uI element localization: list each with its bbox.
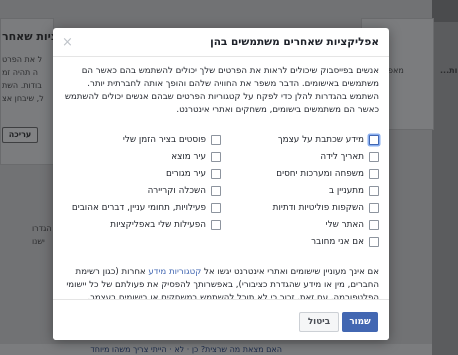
option-label: האתר שלי xyxy=(325,219,364,230)
background-text-line: מאפ xyxy=(388,66,404,75)
top-bar-background xyxy=(432,0,458,22)
option-hometown[interactable]: עיר מוצא xyxy=(63,148,221,165)
option-label: מידע שכתבת על עצמך xyxy=(277,134,364,145)
options-column-left: פוסטים בציר הזמן שלי עיר מוצא עיר מגורים… xyxy=(63,131,221,250)
close-icon[interactable]: × xyxy=(62,35,73,50)
dialog-header: אפליקציות שאחרים משתמשים בהן × xyxy=(53,28,389,57)
background-feedback-bar: האם מצאת מה שרצית? כן · לא · הייתי צריך … xyxy=(0,344,432,355)
option-label: השכלה וקריירה xyxy=(147,185,206,196)
option-family-relationships[interactable]: משפחה ומערכות יחסים xyxy=(221,165,379,182)
right-rail-background xyxy=(432,0,458,355)
option-interested-in[interactable]: מתעניין ב xyxy=(221,182,379,199)
checkbox[interactable] xyxy=(369,134,379,145)
background-text-line: ישנו xyxy=(32,237,45,246)
option-label: משפחה ומערכות יחסים xyxy=(276,168,364,179)
dialog-footer: שמור ביטול xyxy=(53,299,389,340)
options-grid: מידע שכתבת על עצמך תאריך לידה משפחה ומער… xyxy=(63,131,379,250)
checkbox[interactable] xyxy=(369,168,379,179)
checkbox[interactable] xyxy=(211,185,221,196)
checkbox[interactable] xyxy=(211,151,221,162)
option-education-work[interactable]: השכלה וקריירה xyxy=(63,182,221,199)
option-activities-interests-likes[interactable]: פעילויות, תחומי עניין, דברים אהובים xyxy=(63,199,221,216)
background-text-line: הגדרו xyxy=(32,224,52,233)
apps-others-use-dialog: אפליקציות שאחרים משתמשים בהן × אנשים בפי… xyxy=(53,28,389,340)
option-label: עיר מגורים xyxy=(165,168,206,179)
background-text-line: בודות. השת xyxy=(2,81,42,90)
checkbox[interactable] xyxy=(369,236,379,247)
options-column-right: מידע שכתבת על עצמך תאריך לידה משפחה ומער… xyxy=(221,131,379,250)
option-label: פוסטים בציר הזמן שלי xyxy=(122,134,206,145)
option-label: תאריך לידה xyxy=(320,151,364,162)
option-online-status[interactable]: אם אני מחובר xyxy=(221,233,379,250)
background-edit-button: עריכה xyxy=(2,127,38,143)
checkbox[interactable] xyxy=(211,168,221,179)
option-label: השקפות פוליטיות ודתיות xyxy=(272,202,364,213)
option-religious-political-views[interactable]: השקפות פוליטיות ודתיות xyxy=(221,199,379,216)
background-text-line: ל את הפרט xyxy=(2,55,43,64)
save-button[interactable]: שמור xyxy=(342,312,378,332)
option-my-website[interactable]: האתר שלי xyxy=(221,216,379,233)
background-text-line: ל, שיבחן אצ xyxy=(2,94,44,103)
option-label: פעילויות, תחומי עניין, דברים אהובים xyxy=(71,202,206,213)
checkbox[interactable] xyxy=(211,202,221,213)
option-label: עיר מוצא xyxy=(171,151,206,162)
checkbox[interactable] xyxy=(211,219,221,230)
checkbox[interactable] xyxy=(369,151,379,162)
background-text-line: ה תהיה זמ xyxy=(2,68,39,77)
option-label: אם אני מחובר xyxy=(311,236,364,247)
option-current-city[interactable]: עיר מגורים xyxy=(63,165,221,182)
option-label: הפעילות שלי באפליקציות xyxy=(110,219,206,230)
option-timeline-posts[interactable]: פוסטים בציר הזמן שלי xyxy=(63,131,221,148)
dialog-description: אנשים בפייסבוק שיכולים לראות את הפרטים ש… xyxy=(64,66,379,115)
checkbox[interactable] xyxy=(369,219,379,230)
background-text-line: ...ות xyxy=(440,66,458,75)
checkbox[interactable] xyxy=(369,202,379,213)
checkbox[interactable] xyxy=(369,185,379,196)
option-about-me[interactable]: מידע שכתבת על עצמך xyxy=(221,131,379,148)
info-categories-link[interactable]: קטגוריות מידע xyxy=(148,267,201,277)
cancel-button[interactable]: ביטול xyxy=(299,312,339,332)
option-app-activity[interactable]: הפעילות שלי באפליקציות xyxy=(63,216,221,233)
checkbox[interactable] xyxy=(211,134,221,145)
option-birthday[interactable]: תאריך לידה xyxy=(221,148,379,165)
footer-text-part: אם אינך מעוניין שישומים ואתרי אינטרנט יג… xyxy=(201,267,379,277)
option-label: מתעניין ב xyxy=(329,185,364,196)
dialog-title: אפליקציות שאחרים משתמשים בהן xyxy=(210,36,379,48)
